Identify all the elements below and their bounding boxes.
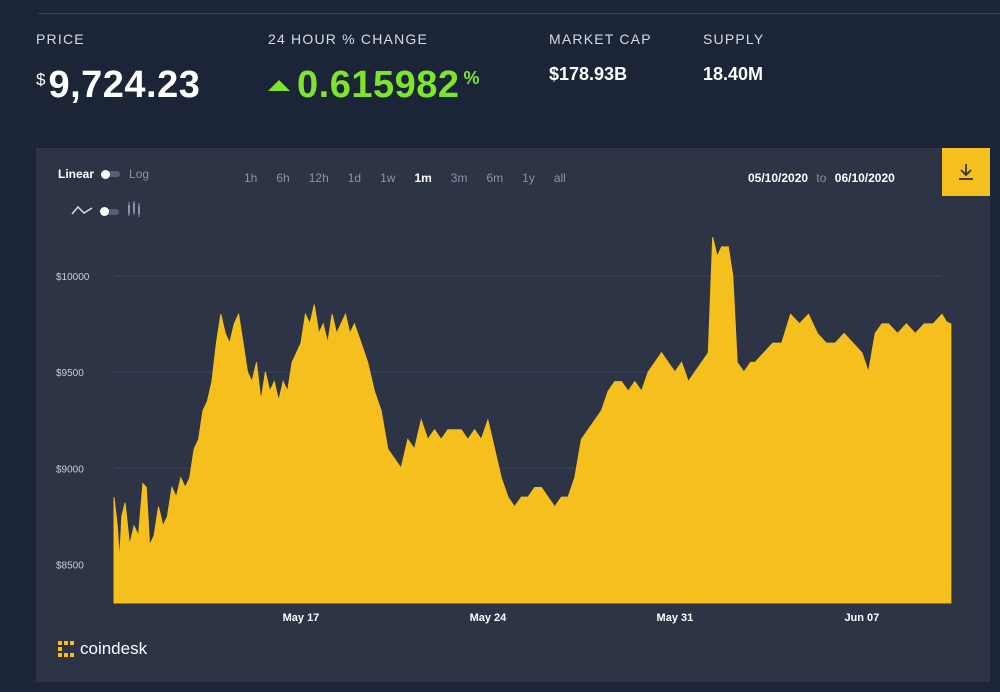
- x-tick-label: May 24: [470, 612, 508, 624]
- x-tick-label: May 31: [657, 612, 694, 624]
- x-tick-label: Jun 07: [844, 612, 879, 624]
- change-label: 24 HOUR % CHANGE: [268, 31, 429, 47]
- price-currency: $: [36, 70, 46, 89]
- y-tick-label: $9500: [56, 368, 84, 379]
- coindesk-logo-icon: [58, 641, 74, 657]
- chart-panel: Linear Log 1h 6h 12h 1d 1w 1m 3m 6m 1y a…: [36, 148, 990, 682]
- price-display: $ 9,724.23: [36, 64, 200, 107]
- y-tick-label: $9000: [56, 464, 84, 475]
- up-arrow-icon: [268, 80, 290, 91]
- x-tick-label: May 17: [283, 612, 320, 624]
- change-display: 0.615982 %: [268, 64, 480, 107]
- price-label: PRICE: [36, 31, 85, 47]
- supply-label: SUPPLY: [703, 31, 765, 47]
- supply-value: 18.40M: [703, 64, 764, 84]
- change-unit: %: [463, 68, 480, 88]
- y-tick-label: $8500: [56, 561, 84, 572]
- price-value: 9,724.23: [48, 64, 201, 106]
- brand-name: coindesk: [80, 639, 148, 658]
- price-chart: $10000 $9500 $9000 $8500 May 17 May 24 May 31 J…: [56, 237, 952, 624]
- y-tick-label: $10000: [56, 272, 90, 283]
- coindesk-brand: coindesk: [58, 639, 147, 659]
- market-cap-label: MARKET CAP: [549, 31, 652, 47]
- header-divider: [38, 13, 1000, 14]
- market-cap-value: $178.93B: [549, 64, 628, 84]
- change-value: 0.615982: [297, 64, 460, 106]
- price-area-series: [113, 237, 952, 604]
